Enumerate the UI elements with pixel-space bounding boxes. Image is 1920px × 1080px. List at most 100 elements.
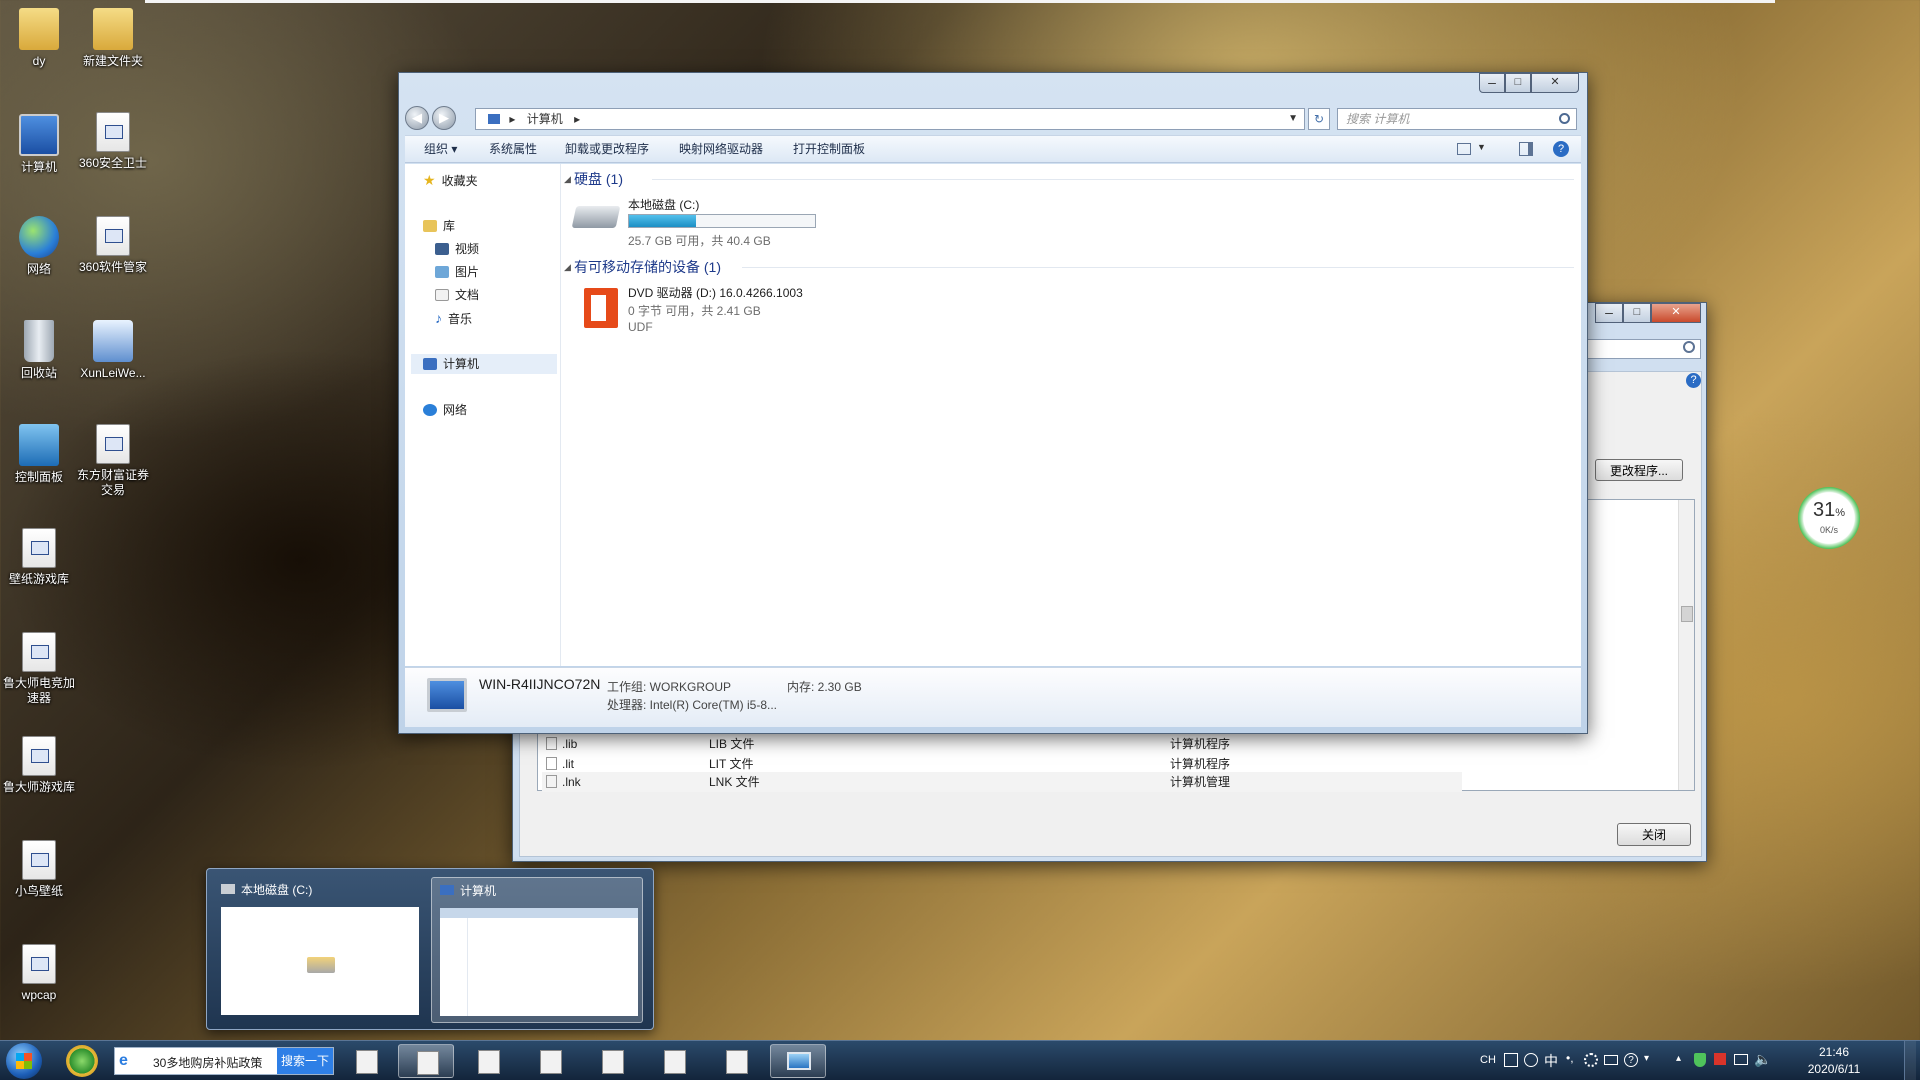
taskbar-button-app[interactable]	[646, 1044, 702, 1078]
table-row[interactable]: .lit LIT 文件 计算机程序	[542, 754, 1462, 774]
clock-time[interactable]: 21:46	[1798, 1045, 1870, 1059]
desktop-icon-360-safe[interactable]: 360安全卫士	[74, 112, 152, 171]
navigation-pane: ★ 收藏夹 库 视频 图片 文档 ♪ 音乐 计算机 网络	[405, 164, 561, 666]
help-icon[interactable]: ?	[1553, 141, 1569, 157]
dialog-maximize-button[interactable]: □	[1623, 303, 1651, 323]
preview-pane-icon[interactable]	[1519, 142, 1533, 156]
help-icon[interactable]: ?	[1686, 373, 1701, 388]
desktop-icon-label: 网络	[26, 262, 51, 276]
file-icon	[664, 1050, 686, 1074]
close-button[interactable]: ✕	[1531, 73, 1579, 93]
desktop-icon-bird-wallpaper[interactable]: 小鸟壁纸	[0, 840, 78, 899]
nav-libraries[interactable]: 库	[423, 216, 455, 236]
taskbar-button-explorer[interactable]	[770, 1044, 826, 1078]
settings-icon[interactable]	[1584, 1053, 1598, 1067]
nav-music[interactable]: ♪ 音乐	[435, 308, 472, 328]
desktop-icon-wpcap[interactable]: wpcap	[0, 944, 78, 1003]
refresh-button[interactable]: ↻	[1308, 108, 1330, 130]
address-bar[interactable]: ▸ 计算机 ▸ ▼	[475, 108, 1305, 130]
group-hard-disks[interactable]: 硬盘 (1)	[574, 169, 623, 189]
desktop-icon-label: 鲁大师游戏库	[2, 780, 75, 794]
pinned-360-icon[interactable]	[66, 1045, 98, 1077]
desktop-icon-network[interactable]: 网络	[0, 216, 78, 277]
ime-tool-icon[interactable]	[1524, 1053, 1538, 1067]
desktop-icon-label: 控制面板	[14, 470, 63, 484]
clock-date[interactable]: 2020/6/11	[1798, 1062, 1870, 1076]
ime-punct-icon[interactable]: •,	[1566, 1051, 1574, 1065]
thumbnail-computer[interactable]: 计算机	[431, 877, 643, 1023]
table-row[interactable]: .lib LIB 文件 计算机程序	[542, 734, 1462, 754]
desktop-icon-computer[interactable]: 计算机	[0, 114, 78, 175]
nav-computer[interactable]: 计算机	[411, 354, 557, 374]
forward-button[interactable]: ▶	[432, 106, 456, 130]
file-icon	[96, 424, 130, 464]
back-button[interactable]: ◀	[405, 106, 429, 130]
nav-pictures[interactable]: 图片	[435, 262, 479, 282]
desktop-icon-recycle-bin[interactable]: 回收站	[0, 320, 78, 381]
collapse-icon[interactable]: ◢	[564, 262, 571, 273]
dialog-minimize-button[interactable]: –	[1595, 303, 1623, 323]
desktop-icon-360-soft[interactable]: 360软件管家	[74, 216, 152, 275]
scrollbar-thumb[interactable]	[1681, 606, 1693, 622]
chevron-down-icon[interactable]: ▼	[1288, 109, 1298, 129]
desktop-icon-dy[interactable]: dy	[0, 8, 78, 69]
taskbar-button-app[interactable]	[708, 1044, 764, 1078]
help-icon[interactable]: ?	[1624, 1053, 1638, 1067]
thumbnail-local-disk[interactable]: 本地磁盘 (C:)	[213, 877, 425, 1023]
collapse-icon[interactable]: ◢	[564, 174, 571, 185]
show-desktop-button[interactable]	[1904, 1041, 1916, 1080]
search-input[interactable]: 搜索 计算机	[1337, 108, 1577, 130]
dialog-close-button[interactable]: ✕	[1651, 303, 1701, 323]
desktop-icon-control-panel[interactable]: 控制面板	[0, 424, 78, 485]
nav-documents[interactable]: 文档	[435, 285, 479, 305]
control-panel-button[interactable]: 打开控制面板	[793, 136, 865, 163]
search-news-button[interactable]: 搜索一下	[277, 1048, 333, 1074]
desktop-icon-eastmoney[interactable]: 东方财富证券交易	[74, 424, 152, 498]
ime-grid-icon[interactable]	[1504, 1053, 1518, 1067]
chevron-up-icon[interactable]: ▴	[1676, 1053, 1681, 1064]
system-properties-button[interactable]: 系统属性	[489, 136, 537, 163]
scrollbar[interactable]	[1678, 500, 1694, 790]
volume-icon[interactable]: 🔈	[1754, 1051, 1771, 1068]
security-shield-icon[interactable]	[1694, 1053, 1706, 1067]
network-globe-icon	[19, 216, 59, 258]
network-speed-gauge[interactable]: 31% 0K/s	[1798, 487, 1860, 549]
taskbar-button-app[interactable]	[522, 1044, 578, 1078]
desktop-icon-ludashi-accelerator[interactable]: 鲁大师电竞加速器	[0, 632, 78, 706]
taskbar-button-app[interactable]	[584, 1044, 640, 1078]
nav-videos[interactable]: 视频	[435, 239, 479, 259]
network-icon[interactable]	[1734, 1054, 1748, 1065]
taskbar-button-app[interactable]	[460, 1044, 516, 1078]
nav-favorites[interactable]: ★ 收藏夹	[423, 170, 478, 190]
action-center-flag-icon[interactable]	[1714, 1053, 1726, 1065]
uninstall-button[interactable]: 卸载或更改程序	[565, 136, 649, 163]
minimize-button[interactable]: –	[1479, 73, 1505, 93]
taskbar-button-app[interactable]	[398, 1044, 454, 1078]
change-program-button[interactable]: 更改程序...	[1595, 459, 1683, 481]
desktop-icon-new-folder[interactable]: 新建文件夹	[74, 8, 152, 69]
taskbar-button-app[interactable]	[338, 1044, 394, 1078]
ime-mode[interactable]: 中	[1544, 1051, 1558, 1071]
nav-network[interactable]: 网络	[423, 400, 467, 420]
chevron-down-icon[interactable]: ▼	[1477, 142, 1486, 152]
chevron-down-icon[interactable]: ▾	[1644, 1053, 1649, 1064]
breadcrumb[interactable]: 计算机	[527, 112, 563, 126]
group-removable[interactable]: 有可移动存储的设备 (1)	[574, 257, 721, 277]
keyboard-icon[interactable]	[1604, 1055, 1618, 1065]
table-row[interactable]: .lnk LNK 文件 计算机管理	[542, 772, 1462, 792]
ie-news-bar[interactable]: e 30多地购房补贴政策 搜索一下	[114, 1047, 334, 1075]
start-button[interactable]	[6, 1043, 42, 1079]
drive-c[interactable]: 本地磁盘 (C:) 25.7 GB 可用，共 40.4 GB	[571, 196, 834, 250]
organize-menu[interactable]: 组织 ▾	[424, 136, 457, 163]
maximize-button[interactable]: □	[1505, 73, 1531, 93]
chevron-right-icon: ▸	[509, 112, 516, 126]
desktop-icon-ludashi-games[interactable]: 鲁大师游戏库	[0, 736, 78, 795]
language-indicator[interactable]: CH	[1480, 1054, 1496, 1066]
network-icon	[423, 404, 437, 416]
desktop-icon-wallpaper-games[interactable]: 壁纸游戏库	[0, 528, 78, 587]
desktop-icon-xunlei[interactable]: XunLeiWe...	[74, 320, 152, 381]
map-drive-button[interactable]: 映射网络驱动器	[679, 136, 763, 163]
drive-d[interactable]: DVD 驱动器 (D:) 16.0.4266.1003 0 字节 可用，共 2.…	[574, 284, 874, 338]
close-button[interactable]: 关闭	[1617, 823, 1691, 846]
view-options-icon[interactable]	[1457, 143, 1471, 155]
